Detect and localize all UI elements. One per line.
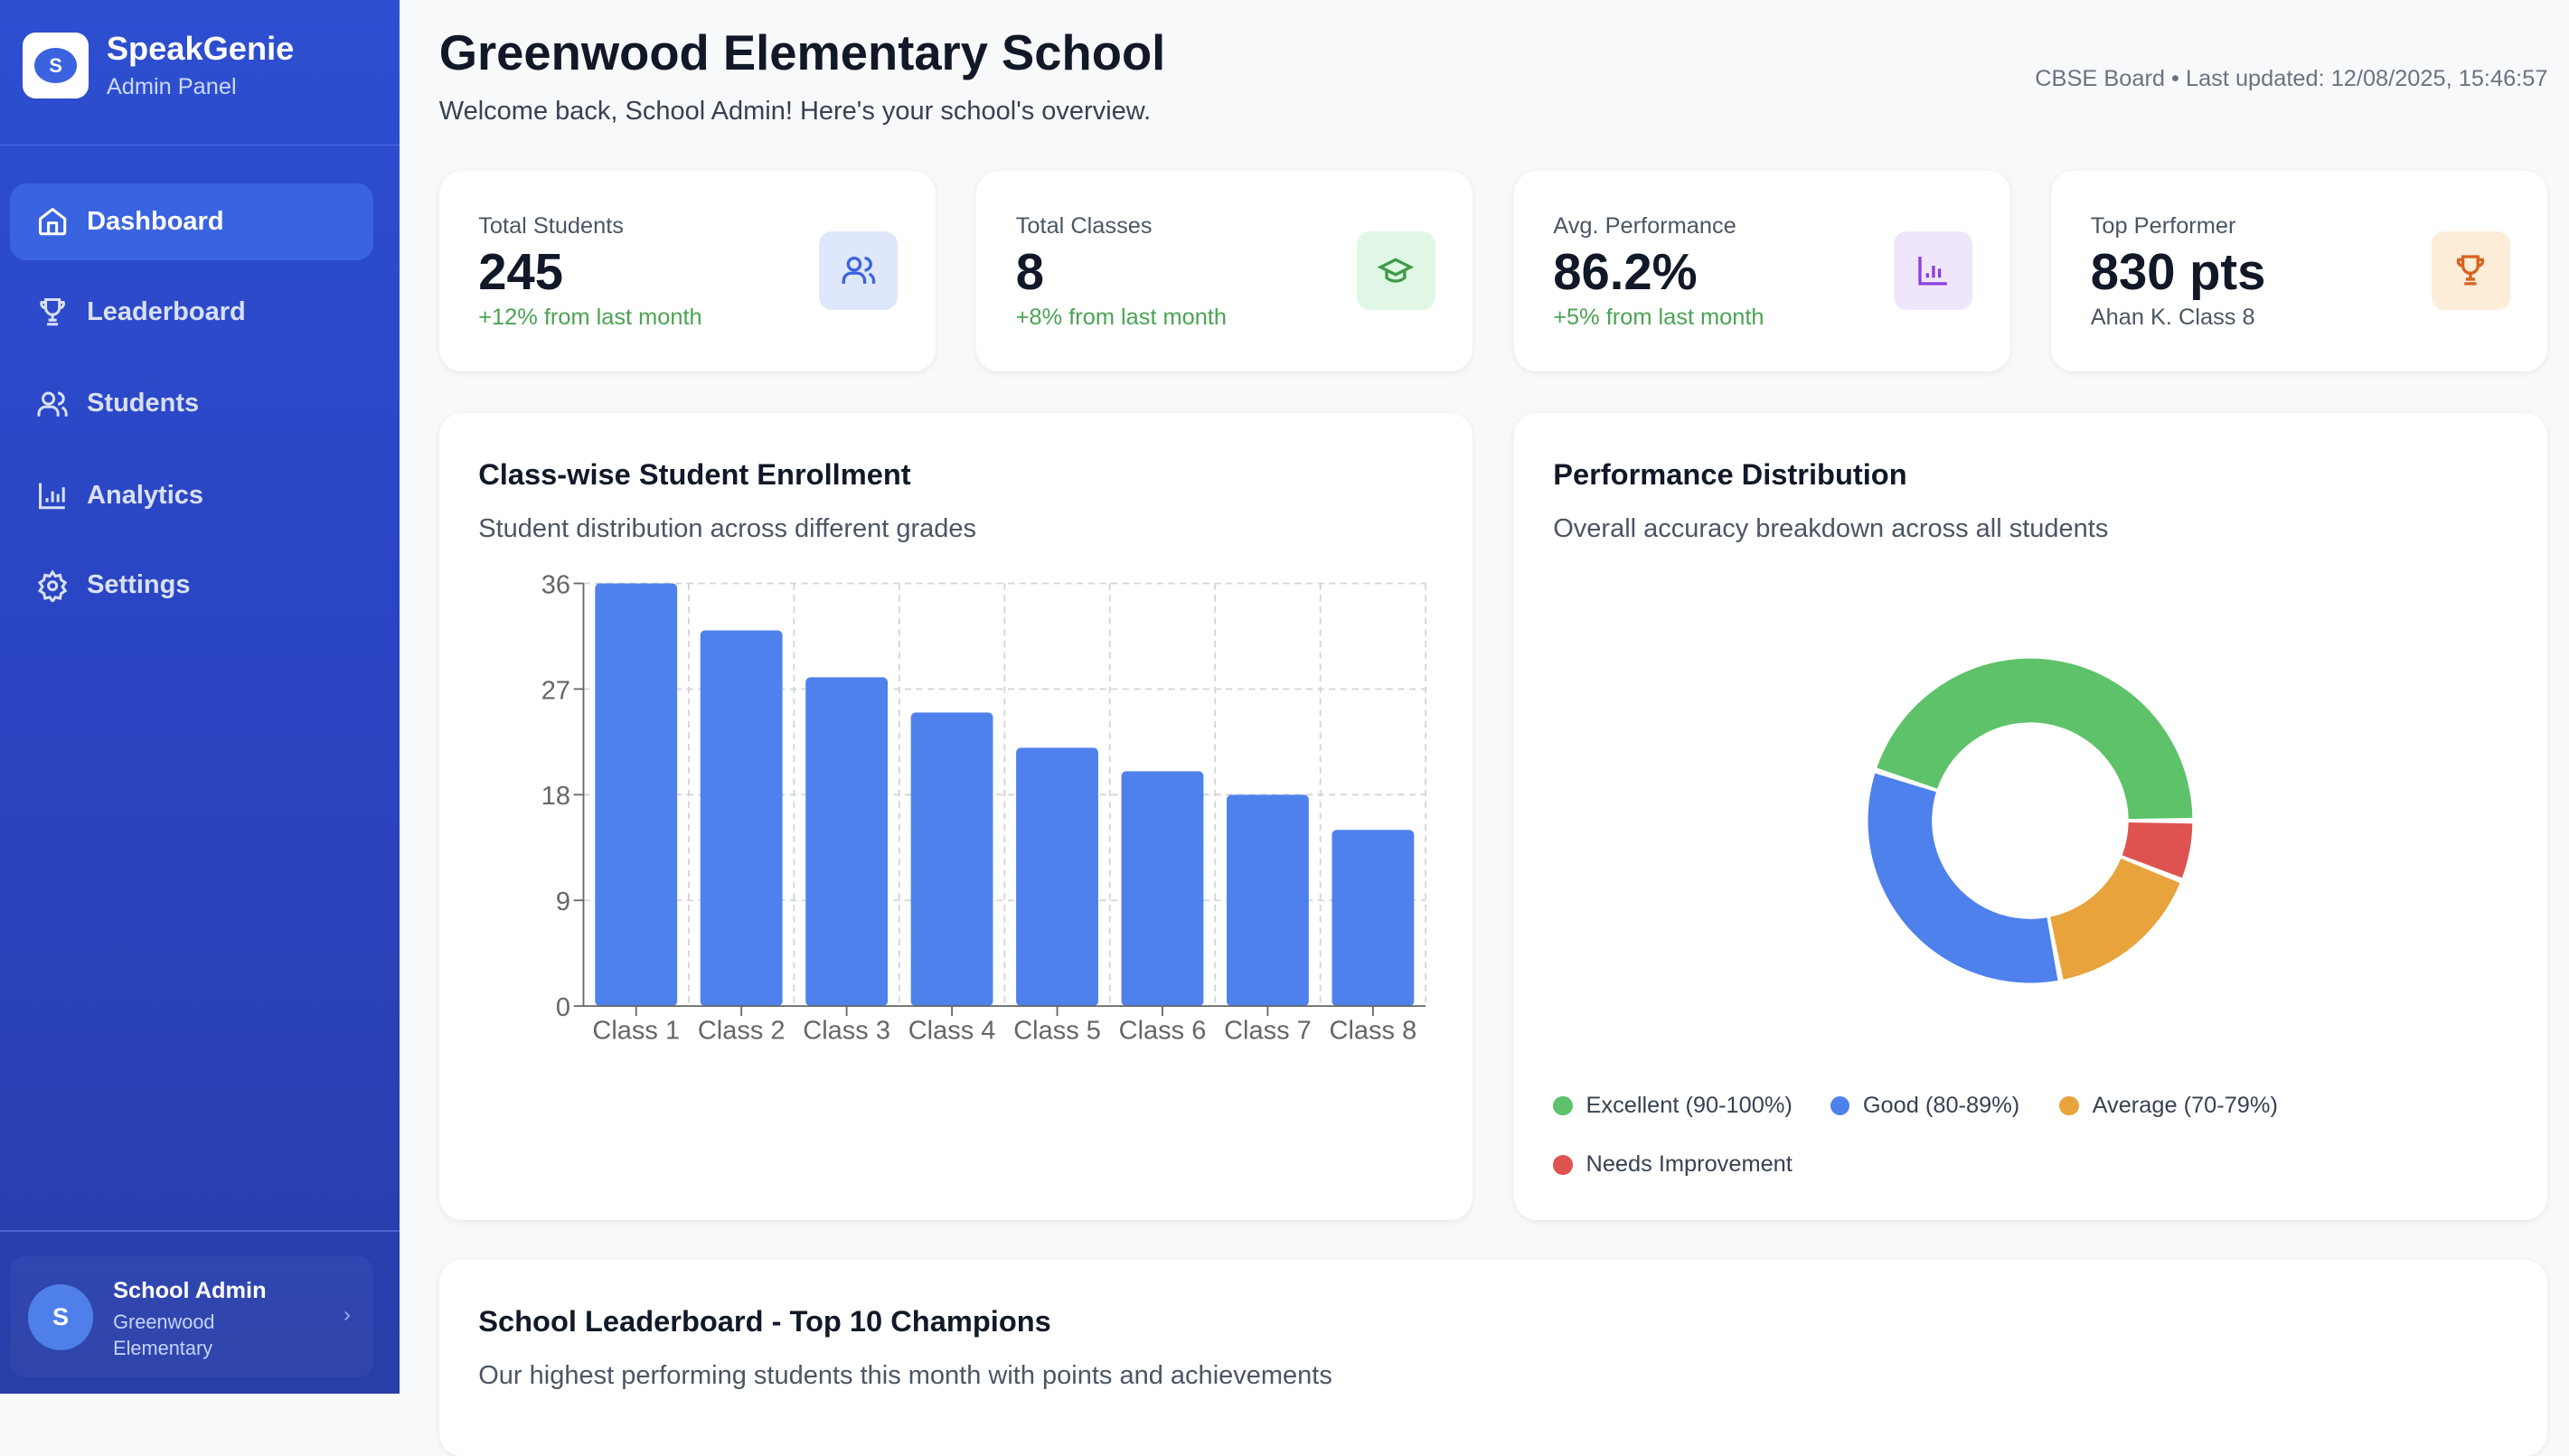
user-name: School Admin: [113, 1277, 267, 1303]
divider: [0, 144, 400, 146]
stat-value: 8: [1015, 243, 1044, 301]
legend-label: Good (80-89%): [1862, 1092, 2020, 1118]
bar-class-5: [1015, 747, 1098, 1006]
chart-subtitle: Student distribution across different gr…: [478, 514, 977, 544]
bar-class-8: [1332, 830, 1415, 1006]
legend-swatch: [1553, 1095, 1573, 1116]
x-tick-label: Class 6: [1118, 1016, 1206, 1045]
sidebar-item-label: Leaderboard: [87, 296, 246, 326]
stat-card-avg-performance: Avg. Performance 86.2% +5% from last mon…: [1513, 170, 2010, 372]
users-icon: [37, 391, 68, 417]
user-profile-card[interactable]: S School Admin Greenwood Elementary ›: [9, 1256, 374, 1378]
leaderboard-card: School Leaderboard - Top 10 Champions Ou…: [438, 1259, 2548, 1456]
bar-class-2: [700, 630, 783, 1006]
chart-subtitle: Overall accuracy breakdown across all st…: [1553, 514, 2109, 544]
stat-delta: +12% from last month: [478, 305, 702, 331]
stat-label: Total Students: [478, 212, 624, 239]
sidebar: S SpeakGenie Admin Panel Dashboard Leade…: [0, 0, 400, 1395]
enrollment-chart-card: Class-wise Student Enrollment Student di…: [438, 412, 1473, 1221]
y-tick-label: 18: [541, 782, 569, 811]
sidebar-item-label: Dashboard: [87, 207, 224, 237]
bar-chart-icon: [38, 483, 65, 510]
sidebar-item-label: Analytics: [87, 480, 204, 510]
divider: [0, 1230, 400, 1232]
legend-item[interactable]: Excellent (90-100%): [1553, 1093, 1793, 1119]
chart-title: Class-wise Student Enrollment: [478, 456, 911, 491]
legend-label: Average (70-79%): [2092, 1092, 2278, 1118]
trophy-icon: [40, 298, 65, 326]
x-tick-label: Class 4: [908, 1016, 995, 1045]
stat-card-total-classes: Total Classes 8 +8% from last month: [976, 170, 1473, 372]
logo-letter: S: [34, 47, 78, 84]
legend-item[interactable]: Good (80-89%): [1830, 1092, 2020, 1119]
gear-icon: [37, 569, 68, 603]
bar-class-7: [1226, 794, 1309, 1006]
avatar: S: [27, 1284, 94, 1350]
stat-top-student: Ahan K. Class 8: [2090, 305, 2255, 331]
stat-label: Top Performer: [2090, 212, 2236, 239]
leaderboard-title: School Leaderboard - Top 10 Champions: [478, 1303, 1051, 1338]
legend-swatch: [1553, 1154, 1573, 1175]
sidebar-item-leaderboard[interactable]: Leaderboard: [10, 274, 373, 351]
legend-label: Needs Improvement: [1586, 1151, 1793, 1178]
brand-name: SpeakGenie: [106, 29, 295, 67]
stat-delta: +5% from last month: [1553, 305, 1764, 331]
stat-value: 86.2%: [1553, 243, 1698, 301]
stat-value: 245: [478, 243, 563, 301]
brand-subtitle: Admin Panel: [106, 73, 237, 99]
x-tick-label: Class 5: [1013, 1016, 1101, 1045]
bar-class-3: [805, 677, 888, 1006]
legend-swatch: [2059, 1095, 2080, 1116]
logo: S: [23, 33, 89, 99]
x-tick-label: Class 3: [803, 1016, 890, 1045]
donut-slice: [2049, 858, 2180, 980]
y-tick-label: 0: [556, 993, 570, 1022]
y-tick-label: 36: [541, 570, 569, 599]
performance-chart-card: Performance Distribution Overall accurac…: [1513, 412, 2548, 1221]
users-icon: [819, 230, 899, 310]
chevron-right-icon: ›: [343, 1301, 351, 1326]
x-tick-label: Class 7: [1224, 1016, 1312, 1045]
bar-class-4: [910, 712, 993, 1006]
bar-class-1: [595, 583, 677, 1006]
user-school: Greenwood Elementary: [113, 1310, 215, 1360]
enrollment-bar-chart: 0 9 18 27 36 Class 1 Class 2 Class 3 Class 4 Clas…: [541, 570, 1426, 1045]
stat-value: 830 pts: [2090, 243, 2266, 301]
legend-item[interactable]: Needs Improvement: [1553, 1151, 1793, 1178]
sidebar-item-students[interactable]: Students: [10, 365, 373, 442]
graduation-cap-icon: [1356, 230, 1435, 310]
legend-item[interactable]: Average (70-79%): [2059, 1093, 2278, 1119]
x-tick-label: Class 8: [1329, 1016, 1416, 1045]
page-subtitle: Welcome back, School Admin! Here's your …: [438, 96, 1152, 126]
stat-card-total-students: Total Students 245 +12% from last month: [438, 170, 936, 372]
performance-donut-chart: [1868, 658, 2193, 983]
bar-class-6: [1121, 771, 1204, 1006]
page-title: Greenwood Elementary School: [438, 25, 1166, 81]
sidebar-item-label: Settings: [87, 570, 191, 600]
legend-swatch: [1830, 1095, 1850, 1116]
y-tick-label: 9: [556, 888, 570, 916]
trophy-icon: [2431, 230, 2510, 310]
chart-title: Performance Distribution: [1553, 456, 1907, 491]
leaderboard-subtitle: Our highest performing students this mon…: [478, 1361, 1332, 1391]
sidebar-item-settings[interactable]: Settings: [10, 547, 373, 624]
sidebar-item-label: Students: [87, 389, 200, 418]
stat-delta: +8% from last month: [1015, 305, 1228, 331]
x-tick-label: Class 1: [592, 1016, 680, 1045]
stat-label: Total Classes: [1015, 212, 1153, 239]
legend-label: Excellent (90-100%): [1586, 1092, 1793, 1118]
donut-slice: [1868, 773, 2058, 983]
x-tick-label: Class 2: [698, 1016, 786, 1045]
stat-card-top-performer: Top Performer 830 pts Ahan K. Class 8: [2051, 170, 2548, 372]
sidebar-item-analytics[interactable]: Analytics: [10, 457, 373, 534]
bar-chart-icon: [1894, 230, 1973, 310]
stat-label: Avg. Performance: [1553, 212, 1736, 239]
sidebar-item-dashboard[interactable]: Dashboard: [9, 183, 374, 261]
last-updated: CBSE Board • Last updated: 12/08/2025, 1…: [2035, 65, 2548, 91]
home-icon: [38, 208, 67, 236]
y-tick-label: 27: [541, 676, 569, 705]
